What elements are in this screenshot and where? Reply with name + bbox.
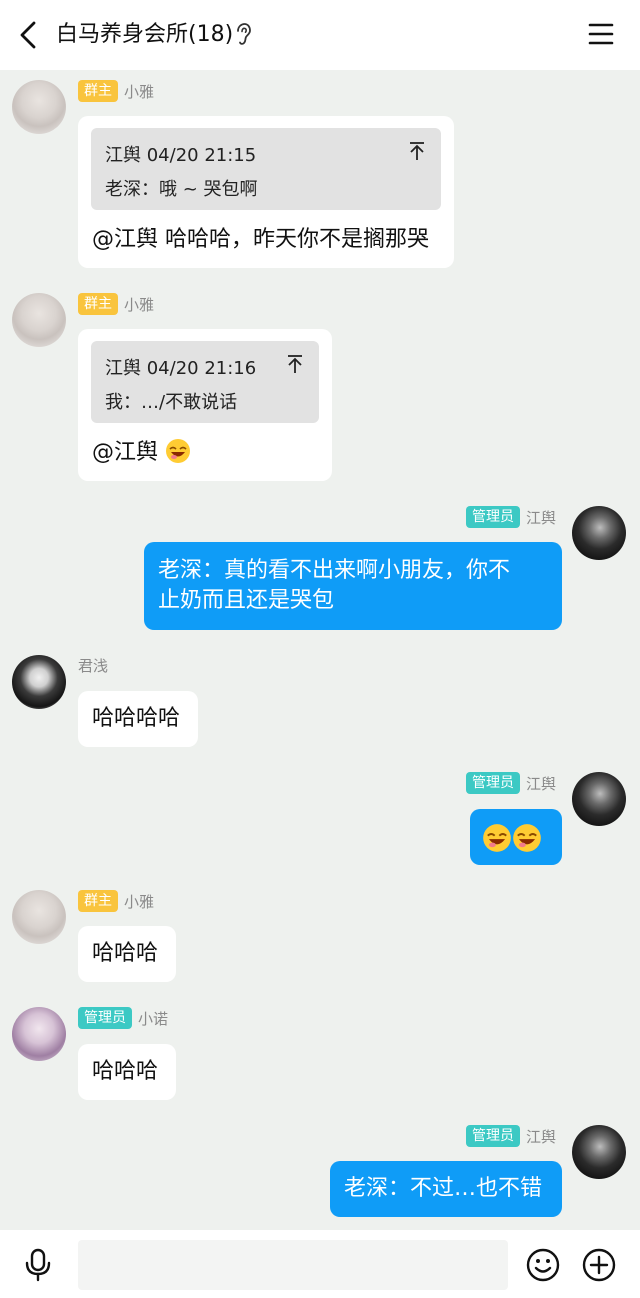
message-text: @江舆 [92, 440, 159, 465]
sender-meta: 君浅 [78, 655, 108, 676]
sender-name: 君浅 [78, 657, 109, 675]
sender-meta: 管理员 江舆 [465, 772, 556, 794]
avatar[interactable] [572, 1125, 626, 1179]
sender-name: 江舆 [525, 1127, 556, 1146]
chat-header: 白马养身会所(18) [0, 0, 640, 70]
message-bubble[interactable]: 江舆 04/20 21:15 老深：哦 ~ 哭包啊 @江舆 哈哈哈，昨天你不是搁… [78, 116, 454, 268]
avatar[interactable] [12, 1007, 66, 1061]
message-content: @江舆 [92, 437, 191, 469]
role-badge: 管理员 [78, 1007, 132, 1029]
microphone-icon[interactable] [24, 1248, 52, 1282]
role-badge: 群主 [78, 890, 118, 912]
pin-to-top-icon [288, 355, 302, 373]
back-button[interactable] [14, 20, 42, 50]
sender-name: 江舆 [525, 774, 556, 793]
sender-name: 小诺 [138, 1009, 169, 1028]
message-bubble[interactable]: 哈哈哈 [78, 926, 176, 982]
message-text: @江舆 哈哈哈，昨天你不是搁那哭 [92, 227, 429, 252]
avatar[interactable] [572, 772, 626, 826]
sender-meta: 群主 小雅 [78, 293, 154, 315]
laughing-emoji-icon [513, 824, 541, 852]
sender-name: 小雅 [124, 295, 155, 314]
message-bubble[interactable]: 老深：不过…也不错 [330, 1161, 562, 1217]
quote-body: 老深：哦 ~ 哭包啊 [105, 179, 258, 200]
sender-meta: 群主 小雅 [78, 890, 154, 912]
sender-meta: 管理员 江舆 [465, 1125, 556, 1147]
message-input[interactable] [78, 1240, 508, 1290]
quote-body: 我：…/不敢说话 [105, 392, 238, 413]
message-bubble[interactable]: 江舆 04/20 21:16 我：…/不敢说话 @江舆 [78, 329, 332, 481]
role-badge: 管理员 [465, 1125, 520, 1147]
quote-header: 江舆 04/20 21:15 [105, 145, 257, 166]
message-bubble[interactable]: 哈哈哈 [78, 1044, 176, 1100]
quote-header: 江舆 04/20 21:16 [105, 358, 257, 379]
plus-icon[interactable] [582, 1248, 616, 1282]
laughing-emoji-icon [483, 824, 511, 852]
avatar[interactable] [12, 80, 66, 134]
sender-meta: 群主 小雅 [78, 80, 154, 102]
quoted-message[interactable]: 江舆 04/20 21:16 我：…/不敢说话 [91, 341, 319, 423]
sender-name: 小雅 [124, 892, 155, 911]
avatar[interactable] [572, 506, 626, 560]
sender-name: 小雅 [124, 82, 155, 101]
avatar[interactable] [12, 293, 66, 347]
quoted-message[interactable]: 江舆 04/20 21:15 老深：哦 ~ 哭包啊 [91, 128, 441, 210]
message-text: 哈哈哈 [92, 941, 159, 966]
message-bubble[interactable]: 哈哈哈哈 [78, 691, 198, 747]
back-arrow-icon [20, 21, 36, 49]
message-text: 哈哈哈哈 [92, 706, 181, 731]
message-text-line: 老深：真的看不出来啊小朋友，你不 [158, 558, 511, 583]
avatar[interactable] [12, 655, 66, 709]
sender-name: 江舆 [525, 508, 556, 527]
role-badge: 群主 [78, 80, 118, 102]
input-bar [0, 1230, 640, 1298]
message-text: 哈哈哈 [92, 1059, 159, 1084]
message-list[interactable]: 群主 小雅 江舆 04/20 21:15 老深：哦 ~ 哭包啊 @江舆 哈哈哈，… [0, 70, 640, 1230]
role-badge: 群主 [78, 293, 118, 315]
avatar[interactable] [12, 890, 66, 944]
smiley-icon[interactable] [526, 1248, 560, 1282]
sender-meta: 管理员 小诺 [78, 1007, 168, 1029]
menu-icon[interactable] [588, 22, 614, 46]
chat-title[interactable]: 白马养身会所(18) [56, 19, 233, 51]
message-text-line: 止奶而且还是哭包 [158, 588, 335, 613]
ear-icon[interactable] [234, 22, 252, 48]
sender-meta: 管理员 江舆 [465, 506, 556, 528]
message-bubble[interactable] [470, 809, 562, 865]
role-badge: 管理员 [465, 506, 520, 528]
laughing-emoji-icon [166, 439, 191, 463]
message-text: 老深：不过…也不错 [344, 1176, 543, 1201]
pin-to-top-icon [410, 142, 424, 160]
role-badge: 管理员 [465, 772, 520, 794]
message-bubble[interactable]: 老深：真的看不出来啊小朋友，你不 止奶而且还是哭包 [144, 542, 562, 630]
